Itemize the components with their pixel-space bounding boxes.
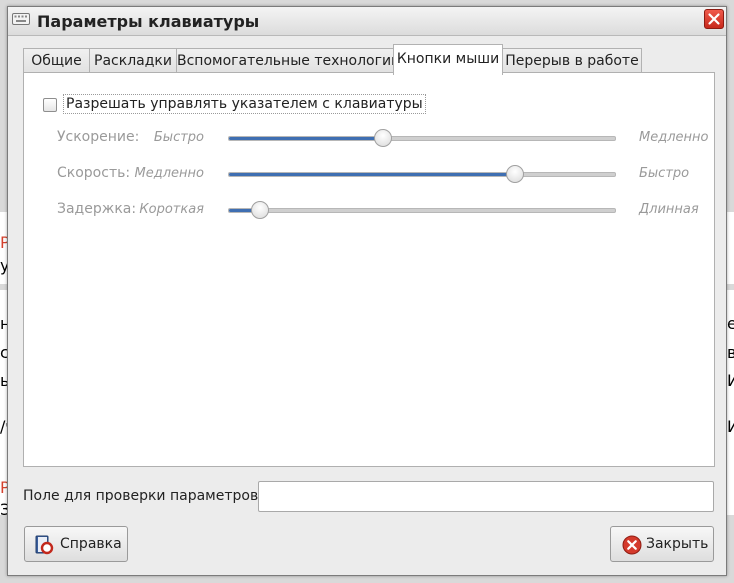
speed-max-label: Быстро [639,166,690,181]
close-button-label: Закрыть [646,536,709,552]
speed-row: Скорость: Медленно Быстро [24,164,714,184]
enable-mouse-keys-label[interactable]: Разрешать управлять указателем с клавиат… [63,94,426,114]
speed-slider-fill [229,173,515,176]
acceleration-slider-fill [229,137,384,140]
delay-max-label: Длинная [639,202,699,217]
help-icon [35,535,54,555]
keyboard-icon [12,13,30,25]
enable-mouse-keys-checkbox[interactable] [43,98,57,112]
close-icon [708,13,720,25]
acceleration-slider-thumb[interactable] [374,129,393,147]
window-title: Параметры клавиатуры [37,12,260,31]
background-text: И [727,371,734,390]
acceleration-row: Ускорение: Быстро Медленно [24,128,714,148]
tab-general[interactable]: Общие [23,48,90,73]
test-field-label: Поле для проверки параметров: [23,488,263,504]
background-text: И [727,417,734,436]
acceleration-min-label: Быстро [153,130,204,145]
close-button[interactable]: Закрыть [610,526,714,562]
speed-label: Скорость: [57,165,131,181]
window-close-button[interactable] [704,9,724,29]
tab-mouse-keys[interactable]: Кнопки мыши [393,44,503,75]
acceleration-slider[interactable] [228,129,616,147]
close-icon [622,535,642,555]
test-input[interactable] [258,481,714,512]
speed-slider[interactable] [228,165,616,183]
delay-slider-thumb[interactable] [250,201,269,219]
keyboard-preferences-dialog: Параметры клавиатуры Общие Раскладки Всп… [7,6,727,576]
delay-slider[interactable] [228,201,616,219]
acceleration-label: Ускорение: [57,129,140,145]
help-button[interactable]: Справка [24,526,128,562]
delay-row: Задержка: Короткая Длинная [24,200,714,220]
acceleration-max-label: Медленно [639,130,709,145]
speed-slider-thumb[interactable] [505,165,524,183]
help-button-label: Справка [60,536,122,552]
tab-typing-break[interactable]: Перерыв в работе [502,48,642,73]
background-text: в [727,343,734,362]
delay-min-label: Короткая [139,202,204,217]
mouse-keys-panel: Разрешать управлять указателем с клавиат… [23,72,715,467]
background-text: е [727,314,734,333]
tab-layouts[interactable]: Раскладки [89,48,177,73]
title-bar[interactable]: Параметры клавиатуры [8,7,726,36]
speed-min-label: Медленно [134,166,204,181]
tab-accessibility[interactable]: Вспомогательные технологии [176,48,400,73]
delay-label: Задержка: [57,201,137,217]
